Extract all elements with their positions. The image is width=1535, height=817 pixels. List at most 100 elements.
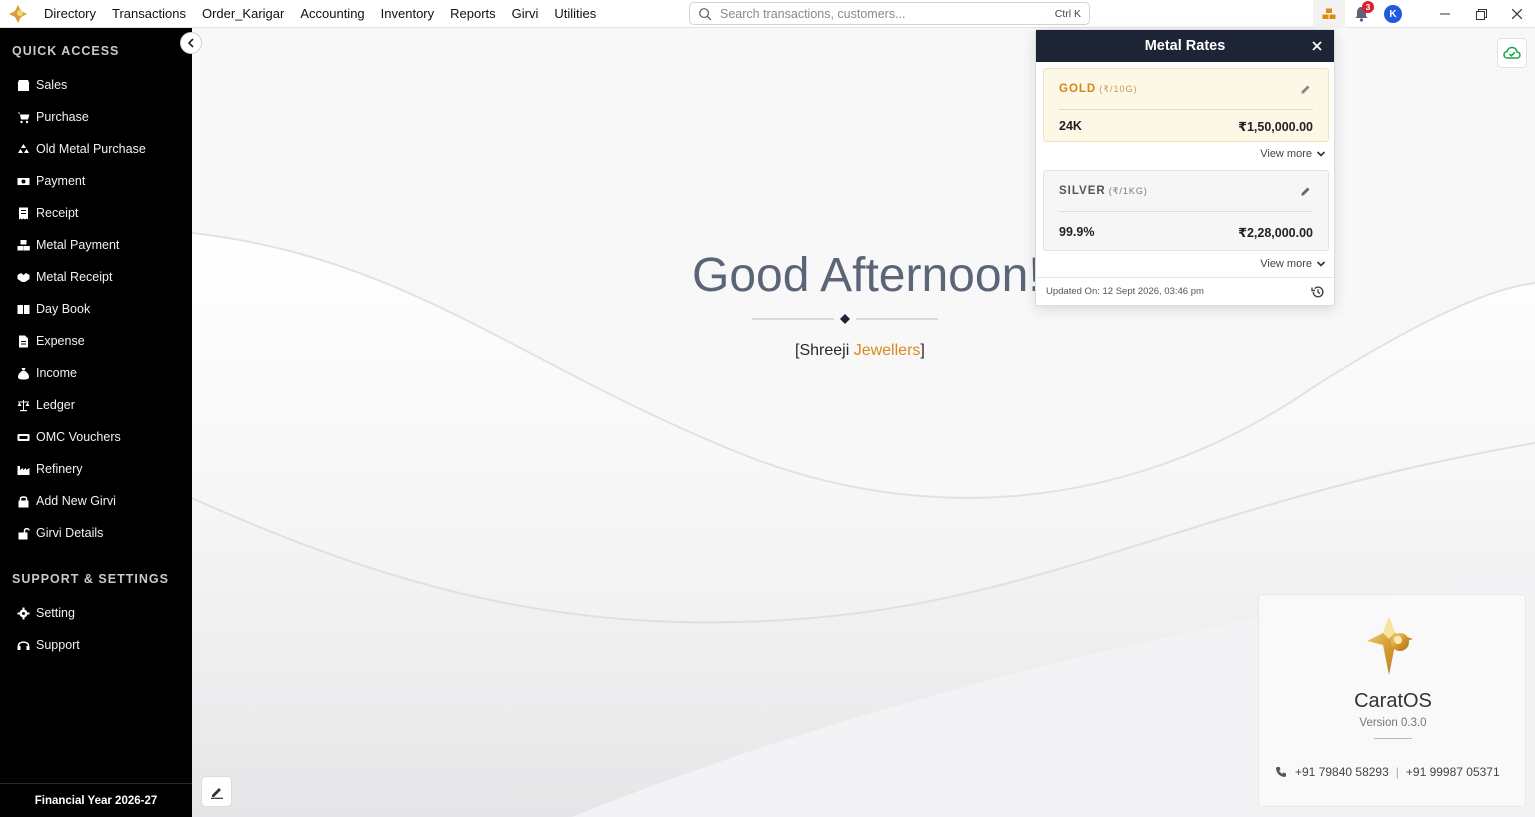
menu-girvi[interactable]: Girvi	[504, 0, 547, 28]
menu-order-karigar[interactable]: Order_Karigar	[194, 0, 292, 28]
divider	[1059, 211, 1313, 212]
sidebar-item-refinery[interactable]: Refinery	[0, 453, 192, 485]
minimize-button[interactable]	[1427, 0, 1463, 28]
silver-rate-row: 99.9% ₹2,28,000.00	[1059, 225, 1313, 240]
sidebar-item-support[interactable]: Support	[0, 629, 192, 661]
gold-rate-row: 24K ₹1,50,000.00	[1059, 119, 1313, 134]
sidebar-item-setting[interactable]: Setting	[0, 597, 192, 629]
search-shortcut-hint: Ctrl K	[1054, 7, 1081, 20]
brand-name: CaratOS	[1354, 690, 1432, 712]
restore-button[interactable]	[1463, 0, 1499, 28]
global-search[interactable]: Ctrl K	[689, 2, 1090, 25]
lock-icon	[17, 495, 30, 508]
menu-reports[interactable]: Reports	[442, 0, 504, 28]
greeting-divider	[752, 314, 938, 324]
main-menu: Directory Transactions Order_Karigar Acc…	[36, 0, 604, 28]
company-name-suffix: ]	[920, 342, 925, 359]
edit-greeting-button[interactable]	[201, 776, 232, 807]
cloud-sync-button[interactable]	[1497, 38, 1527, 68]
top-right-controls: 3 K	[1313, 0, 1535, 28]
gold-rate-card: GOLD (₹/10G) 24K ₹1,50,000.00	[1043, 68, 1329, 142]
sidebar-collapse-button[interactable]	[180, 32, 202, 54]
history-icon[interactable]	[1311, 285, 1325, 299]
sidebar-item-ledger[interactable]: Ledger	[0, 389, 192, 421]
metal-rates-button[interactable]	[1313, 0, 1345, 28]
company-name-accent: Jewellers	[853, 342, 921, 359]
menu-accounting[interactable]: Accounting	[292, 0, 372, 28]
gold-rate-value: ₹1,50,000.00	[1238, 120, 1313, 134]
caratos-logo-icon	[1367, 617, 1413, 675]
handshake-icon	[17, 271, 30, 284]
sidebar-item-income[interactable]: Income	[0, 357, 192, 389]
sidebar-item-label: Income	[36, 366, 77, 380]
avatar: K	[1384, 5, 1402, 23]
view-more-label: View more	[1260, 258, 1312, 270]
headset-icon	[17, 639, 30, 652]
view-more-label: View more	[1260, 148, 1312, 160]
shop-icon	[17, 79, 30, 92]
menu-utilities[interactable]: Utilities	[546, 0, 604, 28]
edit-silver-rate-icon[interactable]	[1300, 185, 1312, 197]
sidebar-item-add-new-girvi[interactable]: Add New Girvi	[0, 485, 192, 517]
divider	[1059, 109, 1313, 110]
company-name-prefix: [Shreeji	[795, 342, 854, 359]
search-input[interactable]	[720, 6, 1055, 21]
sidebar-item-label: Receipt	[36, 206, 79, 220]
sidebar-item-day-book[interactable]: Day Book	[0, 293, 192, 325]
sidebar-item-metal-receipt[interactable]: Metal Receipt	[0, 261, 192, 293]
book-icon	[17, 303, 30, 316]
sidebar-item-expense[interactable]: Expense	[0, 325, 192, 357]
menu-transactions[interactable]: Transactions	[104, 0, 194, 28]
unlock-icon	[17, 527, 30, 540]
notifications-button[interactable]: 3	[1345, 0, 1377, 28]
sidebar-item-metal-payment[interactable]: Metal Payment	[0, 229, 192, 261]
gold-view-more[interactable]: View more	[1260, 148, 1326, 160]
edit-gold-rate-icon[interactable]	[1300, 83, 1312, 95]
contact-numbers: +91 79840 58293 | +91 99987 05371	[1275, 765, 1500, 779]
metal-rates-footer: Updated On: 12 Sept 2026, 03:46 pm	[1036, 277, 1334, 305]
sidebar-item-receipt[interactable]: Receipt	[0, 197, 192, 229]
menu-directory[interactable]: Directory	[36, 0, 104, 28]
contact-separator: |	[1395, 765, 1399, 779]
phone-number-2[interactable]: +91 99987 05371	[1406, 765, 1500, 779]
minimize-icon	[1440, 13, 1450, 15]
gold-unit: (₹/10G)	[1099, 84, 1138, 94]
silver-purity: 99.9%	[1059, 225, 1095, 239]
sidebar-item-label: Ledger	[36, 398, 75, 412]
pencil-icon	[210, 787, 223, 799]
support-settings-heading: SUPPORT & SETTINGS	[12, 572, 169, 586]
rates-updated-timestamp: Updated On: 12 Sept 2026, 03:46 pm	[1046, 286, 1204, 297]
company-name: [Shreeji Jewellers]	[795, 342, 925, 360]
phone-number-1[interactable]: +91 79840 58293	[1295, 765, 1389, 779]
close-icon	[1512, 9, 1522, 19]
file-invoice-icon	[17, 335, 30, 348]
gear-icon	[17, 607, 30, 620]
money-bag-icon	[17, 367, 30, 380]
sidebar-item-label: Setting	[36, 606, 75, 620]
sidebar-item-payment[interactable]: Payment	[0, 165, 192, 197]
close-icon[interactable]	[1310, 39, 1324, 53]
sidebar-item-sales[interactable]: Sales	[0, 69, 192, 101]
financial-year-selector[interactable]: Financial Year 2026-27	[0, 783, 192, 817]
silver-view-more[interactable]: View more	[1260, 258, 1326, 270]
close-window-button[interactable]	[1499, 0, 1535, 28]
silver-label: SILVER	[1059, 185, 1106, 197]
gold-purity: 24K	[1059, 119, 1082, 133]
sidebar-item-omc-vouchers[interactable]: OMC Vouchers	[0, 421, 192, 453]
app-logo-icon[interactable]	[0, 0, 36, 28]
metal-rates-panel: Metal Rates GOLD (₹/10G) 24K ₹1,50,000.00…	[1035, 29, 1335, 306]
menu-inventory[interactable]: Inventory	[373, 0, 442, 28]
sidebar-item-purchase[interactable]: Purchase	[0, 101, 192, 133]
sidebar-item-label: Girvi Details	[36, 526, 104, 540]
sidebar-item-old-metal-purchase[interactable]: Old Metal Purchase	[0, 133, 192, 165]
sidebar-item-girvi-details[interactable]: Girvi Details	[0, 517, 192, 549]
user-avatar-button[interactable]: K	[1377, 0, 1409, 28]
sidebar-item-label: Expense	[36, 334, 85, 348]
phone-icon	[1276, 767, 1286, 777]
sidebar-item-label: Day Book	[36, 302, 91, 316]
ticket-icon	[17, 431, 30, 444]
chevron-down-icon	[1316, 261, 1326, 267]
greeting-heading: Good Afternoon!	[692, 249, 1042, 302]
quick-access-list: Sales Purchase Old Metal Purchase Payment Re…	[0, 69, 192, 549]
sidebar-item-label: Old Metal Purchase	[36, 142, 146, 156]
